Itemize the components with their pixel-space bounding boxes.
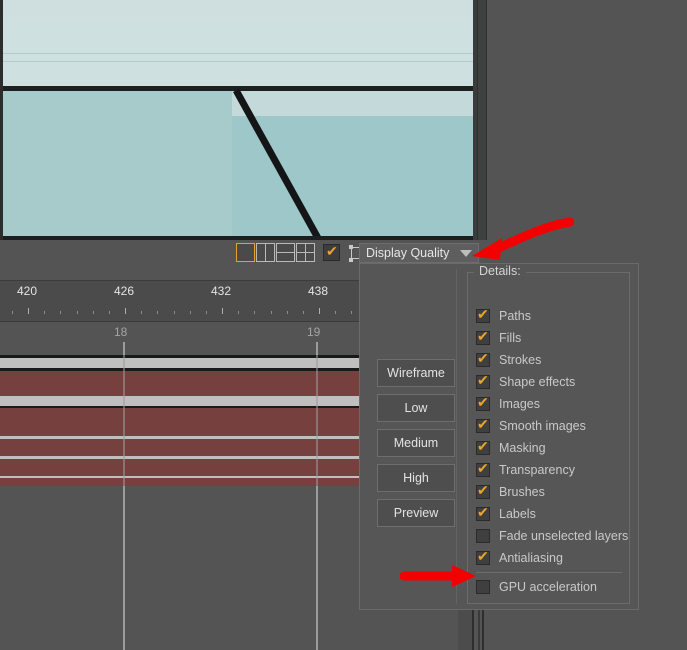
checkbox-icon[interactable]: [476, 350, 490, 367]
detail-checkbox-shape-effects[interactable]: Shape effects: [476, 371, 623, 393]
timeline-track-row[interactable]: [0, 408, 370, 436]
timeline-ruler[interactable]: 420426432438444450456: [0, 280, 619, 322]
bottom-strip-divider-1: [472, 610, 474, 650]
display-quality-popup-panel[interactable]: Wireframe Low Medium High Preview Details: P…: [359, 263, 639, 610]
checkbox-icon[interactable]: [476, 438, 490, 455]
timeline-track-row[interactable]: [0, 396, 370, 406]
checkbox-icon[interactable]: [476, 460, 490, 477]
viewport-vertical-scrollbar[interactable]: [477, 0, 487, 240]
detail-checkbox-label: Smooth images: [499, 419, 586, 433]
detail-checkbox-fade-unselected-layers[interactable]: Fade unselected layers: [476, 525, 628, 547]
two-pane-vertical-icon[interactable]: [256, 243, 275, 262]
detail-checkbox-transparency[interactable]: Transparency: [476, 459, 623, 481]
details-divider: [476, 572, 622, 573]
detail-checkbox-fills[interactable]: Fills: [476, 327, 623, 349]
viewport-left-edge: [0, 0, 3, 240]
quality-button-low[interactable]: Low: [377, 394, 455, 422]
bottom-strip-divider-3: [482, 610, 484, 650]
detail-checkbox-masking[interactable]: Masking: [476, 437, 623, 459]
artwork-left-patch: [0, 91, 232, 240]
ruler-number: 420: [17, 284, 38, 298]
checkbox-icon[interactable]: [476, 328, 490, 345]
details-fieldset: Details: Paths Fills Strokes Shape effects I…: [467, 264, 630, 604]
timeline-track-row[interactable]: [0, 371, 370, 396]
four-pane-icon[interactable]: [296, 243, 315, 262]
timeline-frame-line-overlay[interactable]: [123, 342, 125, 650]
checkbox-icon[interactable]: [476, 482, 490, 499]
display-quality-dropdown-button[interactable]: Display Quality: [359, 243, 479, 263]
detail-checkbox-label: Fade unselected layers: [499, 529, 629, 543]
bottom-strip-divider-2: [478, 610, 480, 650]
detail-checkbox-label: Shape effects: [499, 375, 576, 389]
viewport-toolbar: [0, 240, 687, 265]
details-legend: Details:: [474, 264, 526, 278]
detail-checkbox-label: Strokes: [499, 353, 542, 367]
quality-button-wireframe[interactable]: Wireframe: [377, 359, 455, 387]
detail-checkbox-label: Masking: [499, 441, 546, 455]
ruler-number: 432: [211, 284, 232, 298]
right-empty-pane: [487, 0, 687, 240]
detail-checkbox-label: Transparency: [499, 463, 575, 477]
bottom-panel-strip: [455, 610, 687, 650]
detail-checkbox-label: Antialiasing: [499, 551, 563, 565]
timeline-tracks-area[interactable]: 18 19: [0, 322, 370, 650]
checkbox-icon[interactable]: [476, 580, 490, 594]
quality-level-button-column: Wireframe Low Medium High Preview: [365, 269, 457, 604]
canvas-viewport[interactable]: [0, 0, 477, 240]
bottom-strip-col-1: [458, 610, 472, 650]
checkbox-icon[interactable]: [476, 372, 490, 389]
timeline-frame-marker-label: 19: [307, 325, 321, 339]
detail-checkbox-antialiasing[interactable]: Antialiasing: [476, 547, 623, 569]
single-pane-icon[interactable]: [236, 243, 255, 262]
timeline-track-row[interactable]: [0, 478, 370, 486]
detail-checkbox-label: Fills: [499, 331, 522, 345]
details-checkbox-list: Paths Fills Strokes Shape effects Images Smoo…: [476, 305, 628, 598]
detail-checkbox-smooth-images[interactable]: Smooth images: [476, 415, 623, 437]
quality-button-high[interactable]: High: [377, 464, 455, 492]
display-quality-label: Display Quality: [366, 246, 450, 260]
quality-button-medium[interactable]: Medium: [377, 429, 455, 457]
detail-checkbox-gpu-acceleration[interactable]: GPU acceleration: [476, 576, 623, 598]
checkbox-icon[interactable]: [476, 529, 490, 543]
quality-button-preview[interactable]: Preview: [377, 499, 455, 527]
checkbox-icon[interactable]: [476, 504, 490, 521]
artwork-sky-band: [0, 0, 477, 93]
detail-checkbox-label: Paths: [499, 309, 531, 323]
detail-checkbox-strokes[interactable]: Strokes: [476, 349, 623, 371]
detail-checkbox-label: Labels: [499, 507, 536, 521]
detail-checkbox-brushes[interactable]: Brushes: [476, 481, 623, 503]
checkbox-icon[interactable]: [476, 306, 490, 323]
ruler-number: 438: [308, 284, 329, 298]
detail-checkbox-images[interactable]: Images: [476, 393, 623, 415]
timeline-track-row[interactable]: [0, 459, 370, 476]
artwork-lower-band: [0, 91, 477, 240]
checkbox-icon[interactable]: [476, 394, 490, 411]
toolbar-toggle-checkbox[interactable]: [323, 243, 340, 261]
timeline-track-row[interactable]: [0, 439, 370, 456]
detail-checkbox-label: Images: [499, 397, 540, 411]
artwork-upper-right-patch: [232, 91, 477, 116]
detail-checkbox-labels[interactable]: Labels: [476, 503, 623, 525]
detail-checkbox-label: Brushes: [499, 485, 545, 499]
ruler-number: 426: [114, 284, 135, 298]
detail-checkbox-paths[interactable]: Paths: [476, 305, 623, 327]
two-pane-horizontal-icon[interactable]: [276, 243, 295, 262]
toolbar-icon-group: [236, 243, 367, 262]
artwork-hairline-2: [0, 61, 477, 62]
checkbox-icon[interactable]: [476, 548, 490, 565]
checkbox-icon[interactable]: [476, 416, 490, 433]
detail-checkbox-label: GPU acceleration: [499, 580, 597, 594]
ruler-tick-marks: [0, 307, 370, 317]
artwork-hairline-1: [0, 53, 477, 54]
application-window: 420426432438444450456 1819 Display Quali…: [0, 0, 687, 650]
timeline-track-row[interactable]: [0, 358, 370, 368]
timeline-frame-marker-label: 18: [114, 325, 128, 339]
chevron-down-icon[interactable]: [460, 249, 472, 257]
timeline-frame-line-overlay[interactable]: [316, 342, 318, 650]
